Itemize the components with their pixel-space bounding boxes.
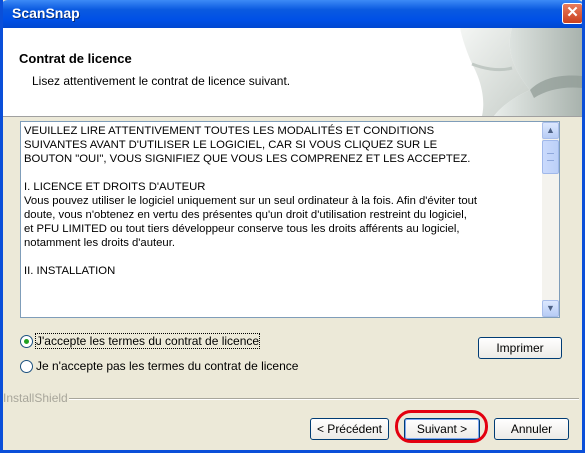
print-button[interactable]: Imprimer [478, 337, 562, 359]
license-dialog: ScanSnap ✕ Contrat de licence Lisez atte… [0, 0, 585, 453]
scroll-down-icon: ▼ [546, 303, 555, 313]
wizard-banner-graphic [460, 28, 582, 116]
installshield-brand: InstallShield [3, 391, 68, 405]
cancel-button[interactable]: Annuler [494, 418, 569, 440]
close-icon: ✕ [566, 4, 579, 21]
license-text-area[interactable]: VEUILLEZ LIRE ATTENTIVEMENT TOUTES LES M… [20, 121, 560, 318]
decline-radio[interactable] [20, 360, 33, 373]
title-bar[interactable]: ScanSnap ✕ [3, 0, 582, 28]
wizard-header: Contrat de licence Lisez attentivement l… [3, 28, 582, 117]
scroll-down-button[interactable]: ▼ [542, 300, 559, 317]
accept-radio[interactable] [20, 335, 33, 348]
accept-radio-label[interactable]: J'accepte les termes du contrat de licen… [34, 333, 261, 349]
close-button[interactable]: ✕ [562, 3, 582, 24]
license-intro: VEUILLEZ LIRE ATTENTIVEMENT TOUTES LES M… [24, 125, 471, 165]
license-section-2-heading: II. INSTALLATION [24, 265, 116, 277]
decline-radio-label[interactable]: Je n'accepte pas les termes du contrat d… [36, 359, 298, 373]
next-button-highlight-circle [395, 410, 488, 443]
footer-divider [69, 398, 579, 400]
scroll-up-button[interactable]: ▲ [542, 122, 559, 139]
license-section-1: I. LICENCE ET DROITS D'AUTEUR Vous pouve… [24, 181, 478, 249]
vertical-scrollbar[interactable]: ▲ ▼ [542, 122, 559, 317]
window-title: ScanSnap [12, 5, 80, 21]
license-text: VEUILLEZ LIRE ATTENTIVEMENT TOUTES LES M… [24, 124, 539, 314]
scroll-up-icon: ▲ [546, 125, 555, 135]
scrollbar-thumb[interactable] [542, 140, 559, 174]
back-button[interactable]: < Précédent [310, 418, 389, 440]
page-title: Contrat de licence [19, 51, 132, 66]
page-subtitle: Lisez attentivement le contrat de licenc… [32, 74, 291, 88]
